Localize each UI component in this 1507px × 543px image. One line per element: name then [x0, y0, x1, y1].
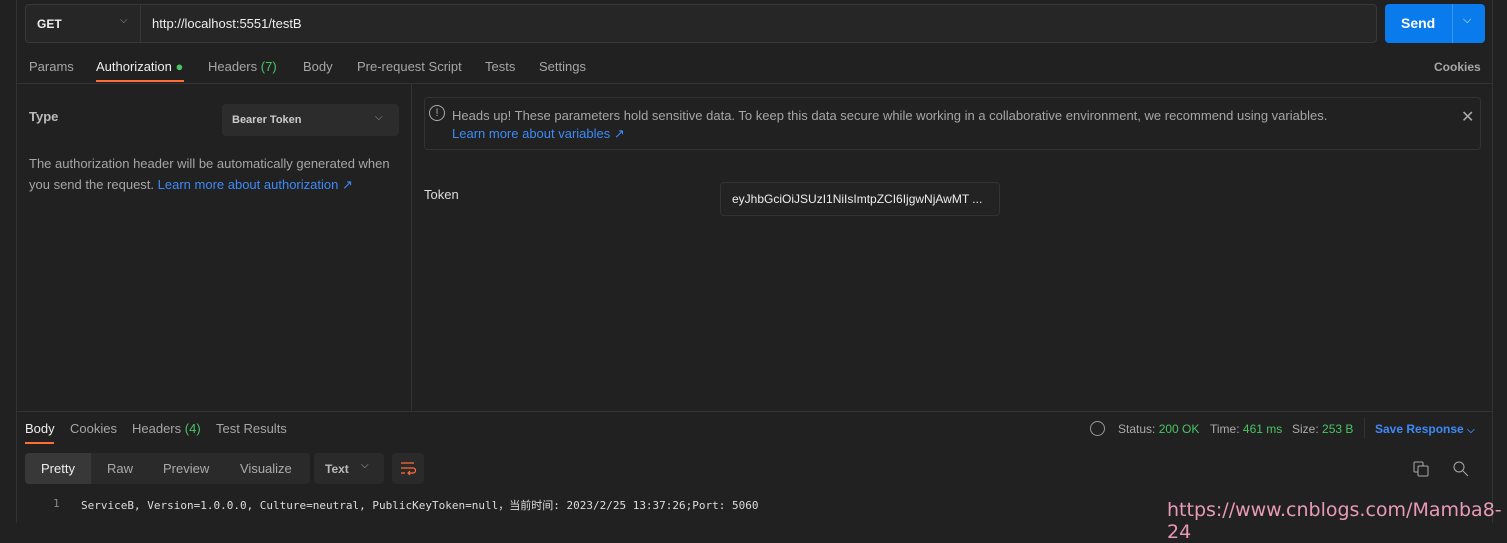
method-select[interactable]: GET ⌵ — [26, 5, 141, 42]
response-tab-body[interactable]: Body — [25, 421, 55, 436]
learn-more-variables-link[interactable]: Learn more about variables ↗ — [452, 126, 625, 142]
format-value: Text — [325, 462, 349, 476]
status-dot-icon: ● — [175, 59, 184, 74]
tab-label: Headers — [132, 421, 182, 436]
view-preview[interactable]: Preview — [163, 461, 209, 476]
save-response-label: Save Response — [1375, 422, 1464, 436]
info-icon: ! — [429, 105, 445, 121]
save-response-button[interactable]: Save Response ⌵ — [1375, 422, 1475, 436]
auth-type-select[interactable]: Bearer Token ⌵ — [222, 104, 399, 136]
method-value: GET — [37, 17, 62, 31]
type-label: Type — [29, 109, 59, 124]
view-label: Pretty — [41, 461, 75, 476]
response-tab-headers[interactable]: Headers (4) — [132, 421, 201, 436]
status-label: Status: — [1118, 422, 1156, 436]
response-tab-test-results[interactable]: Test Results — [216, 421, 287, 436]
size-value: 253 B — [1322, 422, 1354, 436]
line-number: 1 — [53, 497, 60, 510]
view-raw[interactable]: Raw — [107, 461, 133, 476]
active-tab-underline — [96, 80, 184, 82]
active-tab-underline — [25, 442, 54, 444]
right-border — [1492, 0, 1493, 523]
sensitive-data-notice: ! Heads up! These parameters hold sensit… — [424, 97, 1481, 150]
wrap-lines-icon — [401, 462, 416, 476]
watermark: https://www.cnblogs.com/Mamba8-24 — [1167, 499, 1502, 543]
view-mode-group: Pretty Raw Preview Visualize — [25, 453, 310, 484]
format-select[interactable]: Text ⌵ — [314, 453, 384, 484]
tab-prerequest-script[interactable]: Pre-request Script — [357, 59, 462, 74]
token-label: Token — [424, 187, 459, 202]
tab-settings[interactable]: Settings — [539, 59, 586, 74]
time-readout: Time: 461 ms — [1210, 422, 1282, 436]
url-input[interactable]: http://localhost:5551/testB — [152, 16, 302, 31]
learn-more-authorization-link[interactable]: Learn more about authorization ↗ — [158, 177, 353, 192]
globe-icon[interactable] — [1090, 421, 1105, 436]
chevron-down-icon: ⌵ — [375, 112, 383, 123]
response-tab-cookies[interactable]: Cookies — [70, 421, 117, 436]
status-readout: Status: 200 OK — [1118, 422, 1199, 436]
tab-authorization[interactable]: Authorization ● — [96, 59, 183, 74]
token-input[interactable]: eyJhbGciOiJSUzI1NiIsImtpZCI6IjgwNjAwMT .… — [720, 182, 1000, 216]
time-label: Time: — [1210, 422, 1240, 436]
url-bar: GET ⌵ http://localhost:5551/testB — [25, 4, 1377, 43]
tab-headers[interactable]: Headers (7) — [208, 59, 277, 74]
cookies-link[interactable]: Cookies — [1434, 60, 1481, 74]
auth-description: The authorization header will be automat… — [29, 153, 399, 195]
chevron-down-icon: ⌵ — [120, 15, 128, 26]
tab-label: Headers — [208, 59, 258, 74]
headers-count: (7) — [260, 59, 277, 74]
headers-count: (4) — [184, 421, 201, 436]
response-body-line: ServiceB, Version=1.0.0.0, Culture=neutr… — [81, 499, 759, 512]
copy-icon[interactable] — [1413, 461, 1429, 477]
chevron-down-icon: ⌵ — [361, 460, 369, 471]
view-pretty[interactable]: Pretty — [25, 453, 91, 484]
tab-tests[interactable]: Tests — [485, 59, 515, 74]
chevron-down-icon: ⌵ — [1467, 425, 1475, 436]
search-icon[interactable] — [1453, 461, 1469, 477]
left-border — [16, 0, 17, 523]
tab-body[interactable]: Body — [303, 59, 333, 74]
send-label: Send — [1401, 15, 1436, 31]
tab-label: Authorization — [96, 59, 172, 74]
notice-text: Heads up! These parameters hold sensitiv… — [452, 108, 1328, 123]
tab-params[interactable]: Params — [29, 59, 74, 74]
token-value: eyJhbGciOiJSUzI1NiIsImtpZCI6IjgwNjAwMT .… — [732, 192, 983, 206]
view-visualize[interactable]: Visualize — [240, 461, 292, 476]
size-readout: Size: 253 B — [1292, 422, 1353, 436]
time-value: 461 ms — [1242, 422, 1283, 436]
chevron-down-icon[interactable]: ⌵ — [1463, 14, 1471, 27]
size-label: Size: — [1292, 422, 1319, 436]
close-icon[interactable]: ✕ — [1461, 107, 1474, 127]
status-value: 200 OK — [1158, 422, 1200, 436]
wrap-lines-button[interactable] — [392, 453, 424, 484]
auth-type-value: Bearer Token — [232, 114, 302, 126]
send-button[interactable]: Send ⌵ — [1385, 4, 1485, 43]
